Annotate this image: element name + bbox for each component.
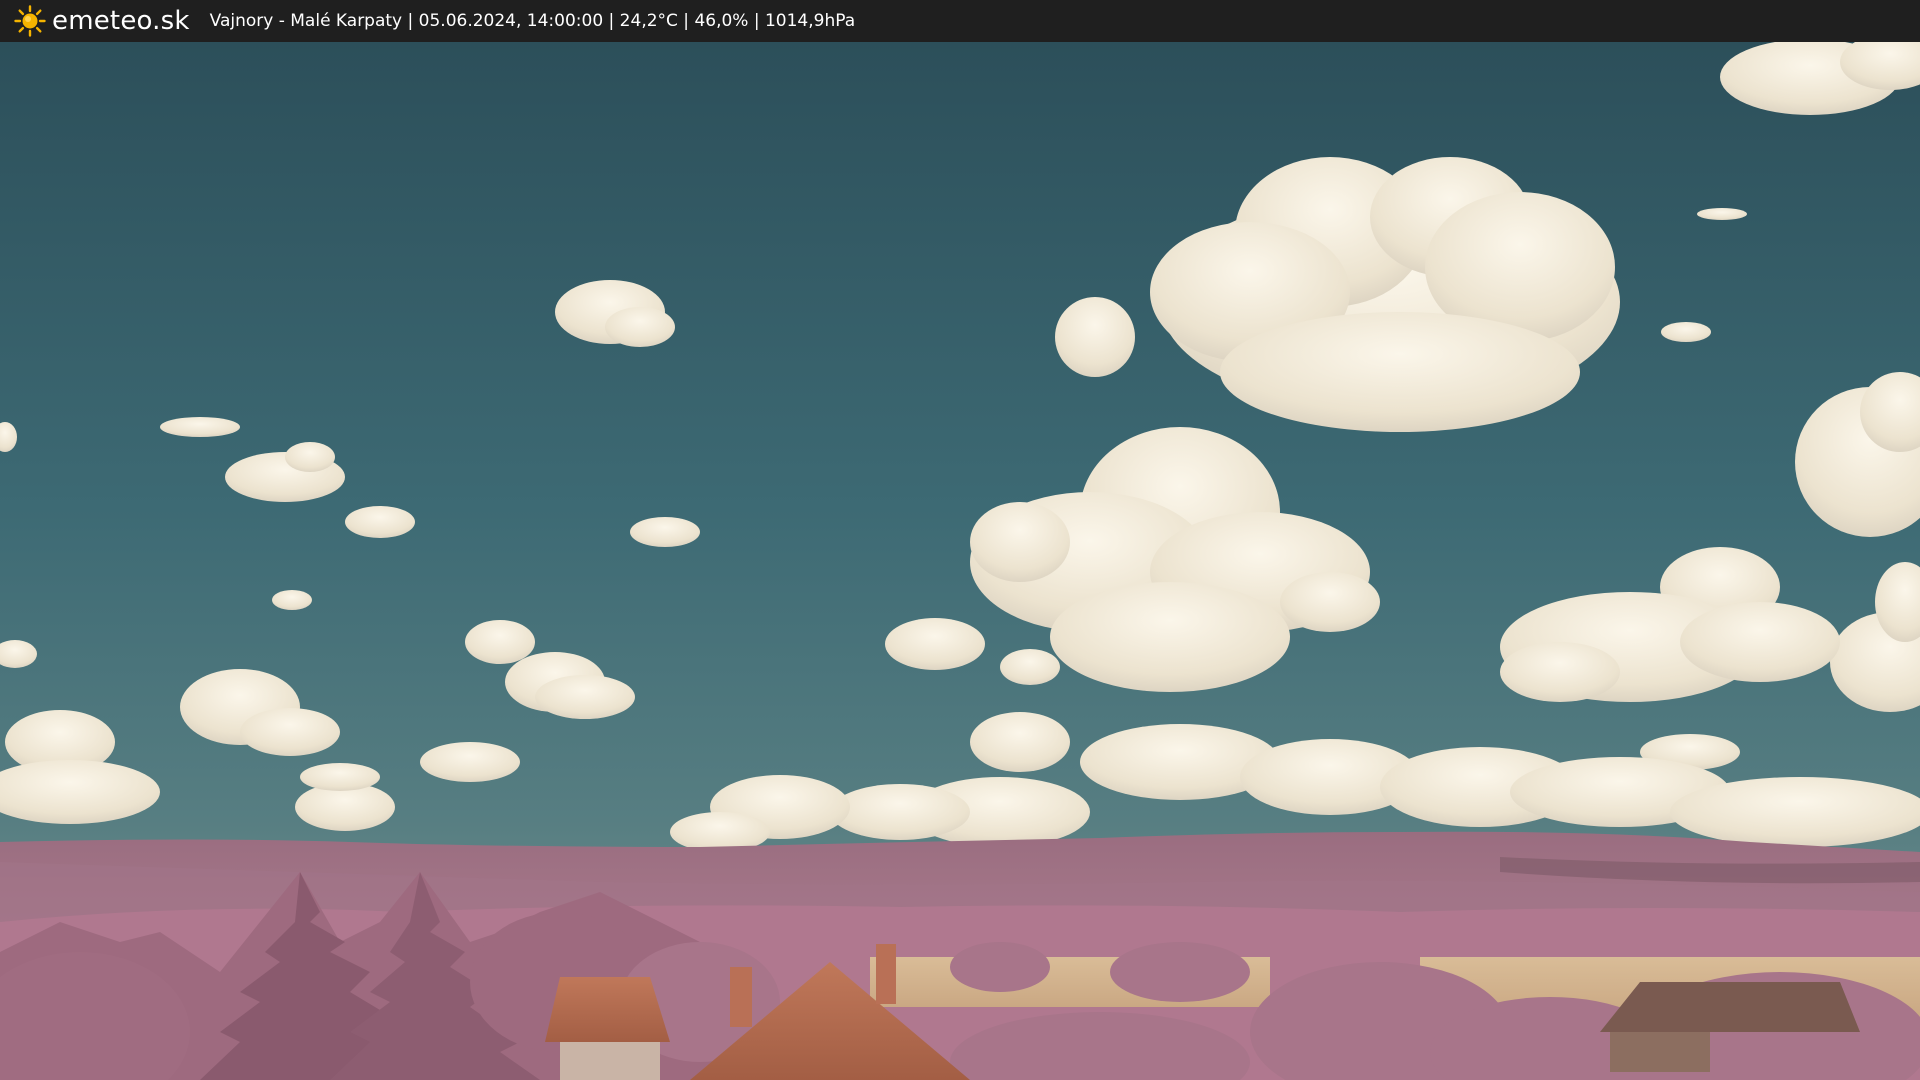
webcam-image [0, 42, 1920, 1080]
top-bar: emeteo.sk Vajnory - Malé Karpaty | 05.06… [0, 0, 1920, 42]
cloud-tiny-1 [272, 590, 312, 610]
cloud-small-center-left [885, 618, 985, 670]
brand-logo-text[interactable]: emeteo.sk [52, 0, 190, 42]
cloud-tiny-5 [1697, 208, 1747, 220]
sun-icon [14, 5, 46, 37]
webcam-scene-drawing [0, 42, 1920, 1080]
cloud-tiny-4 [1661, 322, 1711, 342]
house-left [545, 977, 670, 1080]
cloud-small-mid [630, 517, 700, 547]
webcam-caption: Vajnory - Malé Karpaty | 05.06.2024, 14:… [209, 11, 856, 31]
